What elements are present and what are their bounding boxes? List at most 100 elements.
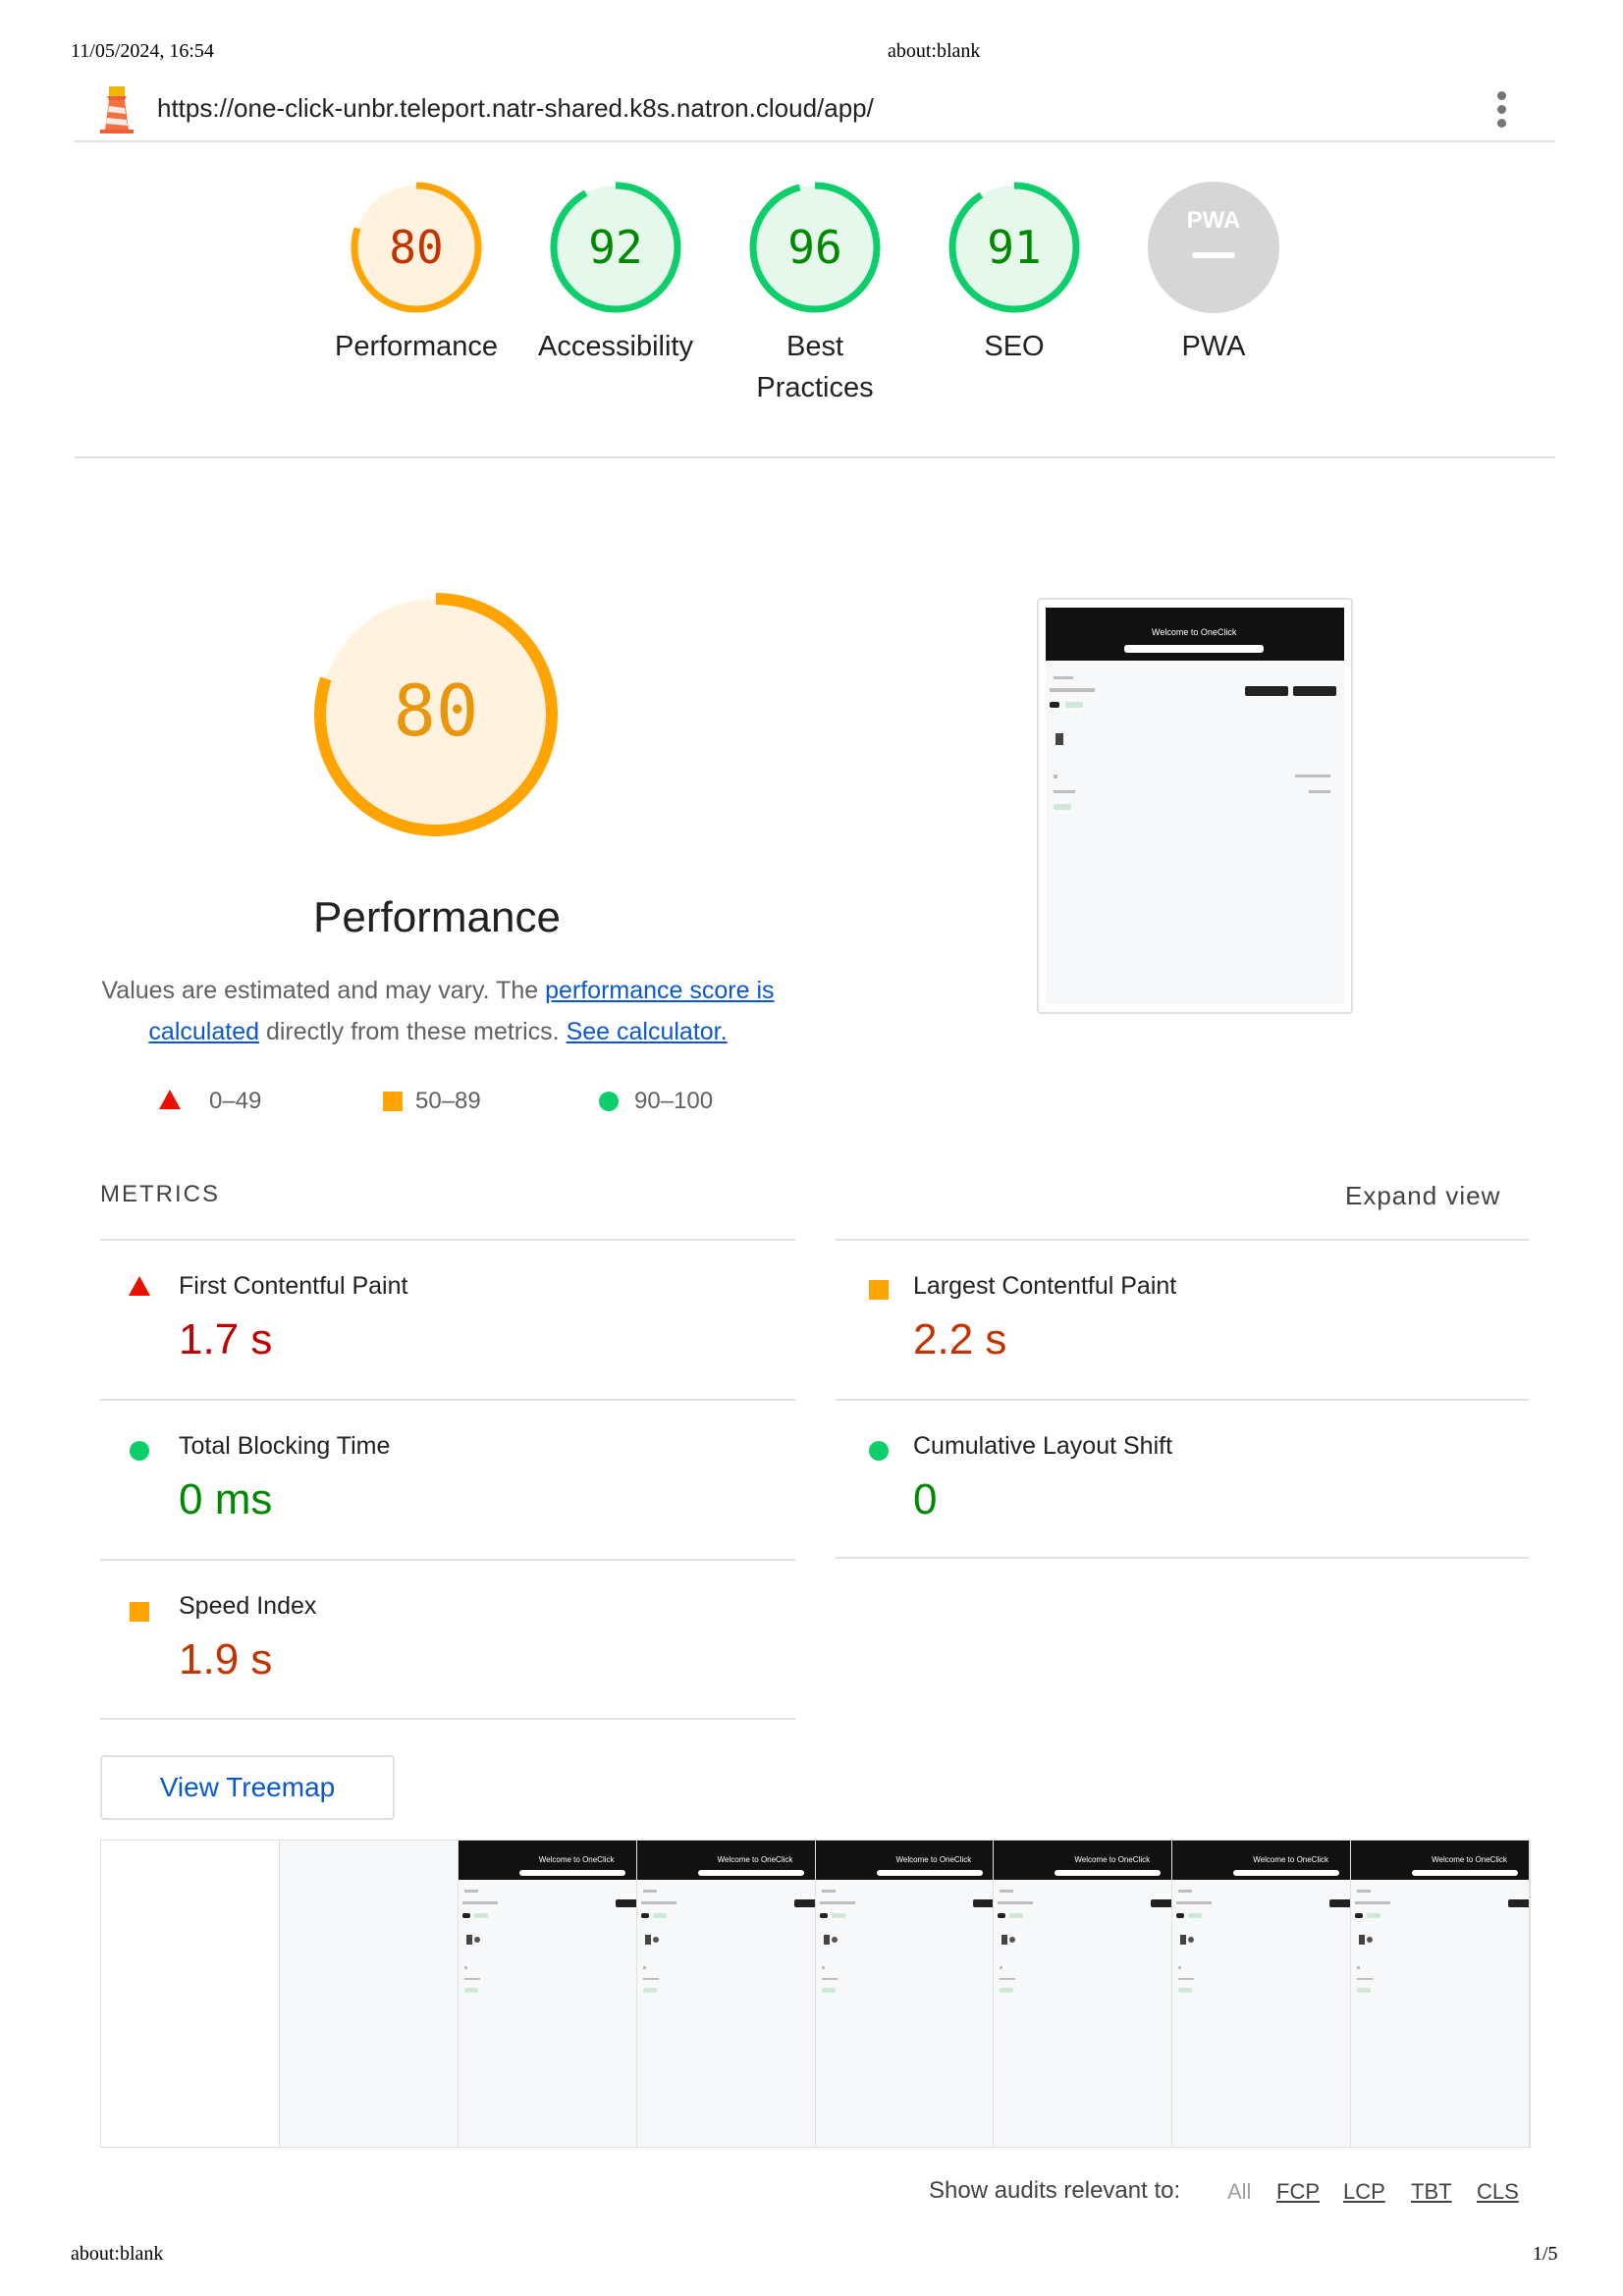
frame-mock-dk — [1329, 1899, 1351, 1907]
frame-mock-ln — [1357, 1978, 1374, 1980]
legend-fail-icon — [159, 1090, 181, 1114]
frame-mock-gr — [642, 1988, 657, 1993]
frame-mock-ln — [1188, 1937, 1195, 1943]
metrics-heading: METRICS — [100, 1181, 220, 1207]
performance-title: Performance — [313, 893, 561, 941]
divider — [75, 456, 1555, 458]
frame-mock-ln — [821, 1890, 836, 1893]
metric-divider — [100, 1559, 795, 1561]
filmstrip-frame: Welcome to OneClick — [1172, 1841, 1352, 2147]
metric-divider — [100, 1399, 795, 1401]
filter-chip-fcp[interactable]: FCP — [1276, 2179, 1320, 2205]
gauge-seo[interactable]: 91 SEO — [926, 181, 1103, 367]
frame-mock-pill — [876, 1870, 983, 1876]
frame-mock-dk — [1151, 1899, 1172, 1907]
view-treemap-button[interactable]: View Treemap — [100, 1755, 395, 1820]
legend-pass-icon — [599, 1092, 619, 1111]
metric-pass-icon — [869, 1441, 889, 1461]
frame-mock-ln — [642, 1978, 659, 1980]
frame-mock-gr — [821, 1988, 836, 1993]
frame-mock-dk — [998, 1913, 1006, 1918]
filmstrip-frame: Welcome to OneClick — [458, 1841, 637, 2147]
filter-chip-tbt[interactable]: TBT — [1411, 2179, 1452, 2205]
filter-chip-lcp[interactable]: LCP — [1343, 2179, 1385, 2205]
gauge-performance[interactable]: 80 Performance — [328, 181, 505, 367]
metric-si-value: 1.9 s — [179, 1635, 273, 1683]
frame-mock-ln — [821, 1978, 838, 1980]
metric-divider — [836, 1557, 1529, 1559]
filter-chip-cls[interactable]: CLS — [1477, 2179, 1519, 2205]
metric-cls-title: Cumulative Layout Shift — [913, 1432, 1173, 1460]
frame-mock-ln — [652, 1937, 659, 1943]
print-footer-left: about:blank — [71, 2243, 164, 2265]
gauge-accessibility[interactable]: 92 Accessibility — [527, 181, 704, 367]
print-page-title: about:blank — [888, 40, 981, 62]
frame-mock-ln — [644, 1935, 651, 1945]
frame-mock-ln — [1000, 1966, 1003, 1969]
frame-mock-ln — [1359, 1935, 1366, 1945]
legend-average-icon — [383, 1092, 403, 1111]
frame-mock-dk — [615, 1899, 636, 1907]
frame-mock-ln — [642, 1966, 646, 1969]
metric-fcp-value: 1.7 s — [179, 1315, 273, 1363]
frame-mock-ln — [1357, 1890, 1372, 1893]
metric-fail-icon — [129, 1276, 150, 1301]
frame-mock-ln — [1355, 1901, 1391, 1904]
metric-divider — [100, 1239, 795, 1241]
frame-mock-ln — [1176, 1901, 1213, 1904]
frame-mock-gr — [1357, 1988, 1372, 1993]
frame-mock-dk — [819, 1913, 828, 1918]
print-datetime: 11/05/2024, 16:54 — [71, 40, 214, 62]
frame-mock-ln — [1178, 1978, 1195, 1980]
frame-mock-gr — [1009, 1913, 1024, 1918]
frame-mock-gr — [463, 1988, 478, 1993]
pwa-badge-text: PWA — [1187, 207, 1241, 234]
filter-chip-all[interactable]: All — [1227, 2179, 1251, 2205]
print-footer-page: 1/5 — [1533, 2243, 1558, 2265]
frame-mock-gr — [1188, 1913, 1203, 1918]
gauge-label: Accessibility — [538, 331, 693, 362]
frame-mock-dk — [461, 1913, 470, 1918]
frame-mock-ln — [1178, 1890, 1193, 1893]
kebab-menu-icon[interactable] — [1497, 91, 1506, 133]
frame-banner-text: Welcome to OneClick — [538, 1855, 615, 1864]
frame-mock-dk — [972, 1899, 994, 1907]
frame-mock-ln — [819, 1901, 855, 1904]
frame-mock-ln — [821, 1966, 825, 1969]
frame-mock-dk — [1355, 1913, 1364, 1918]
frame-mock-gr — [652, 1913, 667, 1918]
frame-mock-ln — [1001, 1935, 1008, 1945]
frame-mock-ln — [1178, 1966, 1182, 1969]
frame-mock-ln — [998, 1901, 1034, 1904]
filmstrip-frame: Welcome to OneClick — [994, 1841, 1173, 2147]
filmstrip: Welcome to OneClick Welcome to OneClick We… — [100, 1840, 1531, 2148]
frame-mock-ln — [463, 1978, 480, 1980]
frame-banner-text: Welcome to OneClick — [895, 1855, 972, 1864]
metric-divider — [100, 1718, 795, 1720]
gauge-label: SEO — [984, 331, 1045, 362]
legend-pass-range: 90–100 — [634, 1088, 714, 1114]
gauge-score: 91 — [987, 221, 1041, 274]
gauge-best-practices[interactable]: 96 Best Practices — [727, 181, 903, 408]
frame-mock-ln — [1367, 1937, 1374, 1943]
frame-mock-ln — [461, 1901, 498, 1904]
metric-tbt-value: 0 ms — [179, 1475, 273, 1523]
metric-average-icon — [869, 1280, 889, 1300]
frame-mock-ln — [463, 1966, 467, 1969]
frame-mock-pill — [1233, 1870, 1340, 1876]
frame-mock-dk — [793, 1899, 815, 1907]
metric-lcp-title: Largest Contentful Paint — [913, 1272, 1177, 1300]
legend-average-range: 50–89 — [415, 1088, 481, 1114]
frame-mock-gr — [1367, 1913, 1381, 1918]
pwa-dash-icon — [1192, 252, 1235, 258]
gauge-label: Best Practices — [756, 331, 874, 403]
frame-mock-ln — [1009, 1937, 1016, 1943]
frame-mock-ln — [1357, 1966, 1361, 1969]
gauge-pwa[interactable]: PWA PWA — [1125, 181, 1302, 367]
gauge-score: 92 — [588, 221, 642, 274]
expand-view-toggle[interactable]: Expand view — [1345, 1181, 1500, 1211]
see-calculator-link[interactable]: See calculator. — [567, 1018, 728, 1045]
frame-banner-text: Welcome to OneClick — [1253, 1855, 1329, 1864]
metric-pass-icon — [130, 1441, 149, 1461]
final-screenshot: Welcome to OneClick — [1037, 598, 1353, 1014]
